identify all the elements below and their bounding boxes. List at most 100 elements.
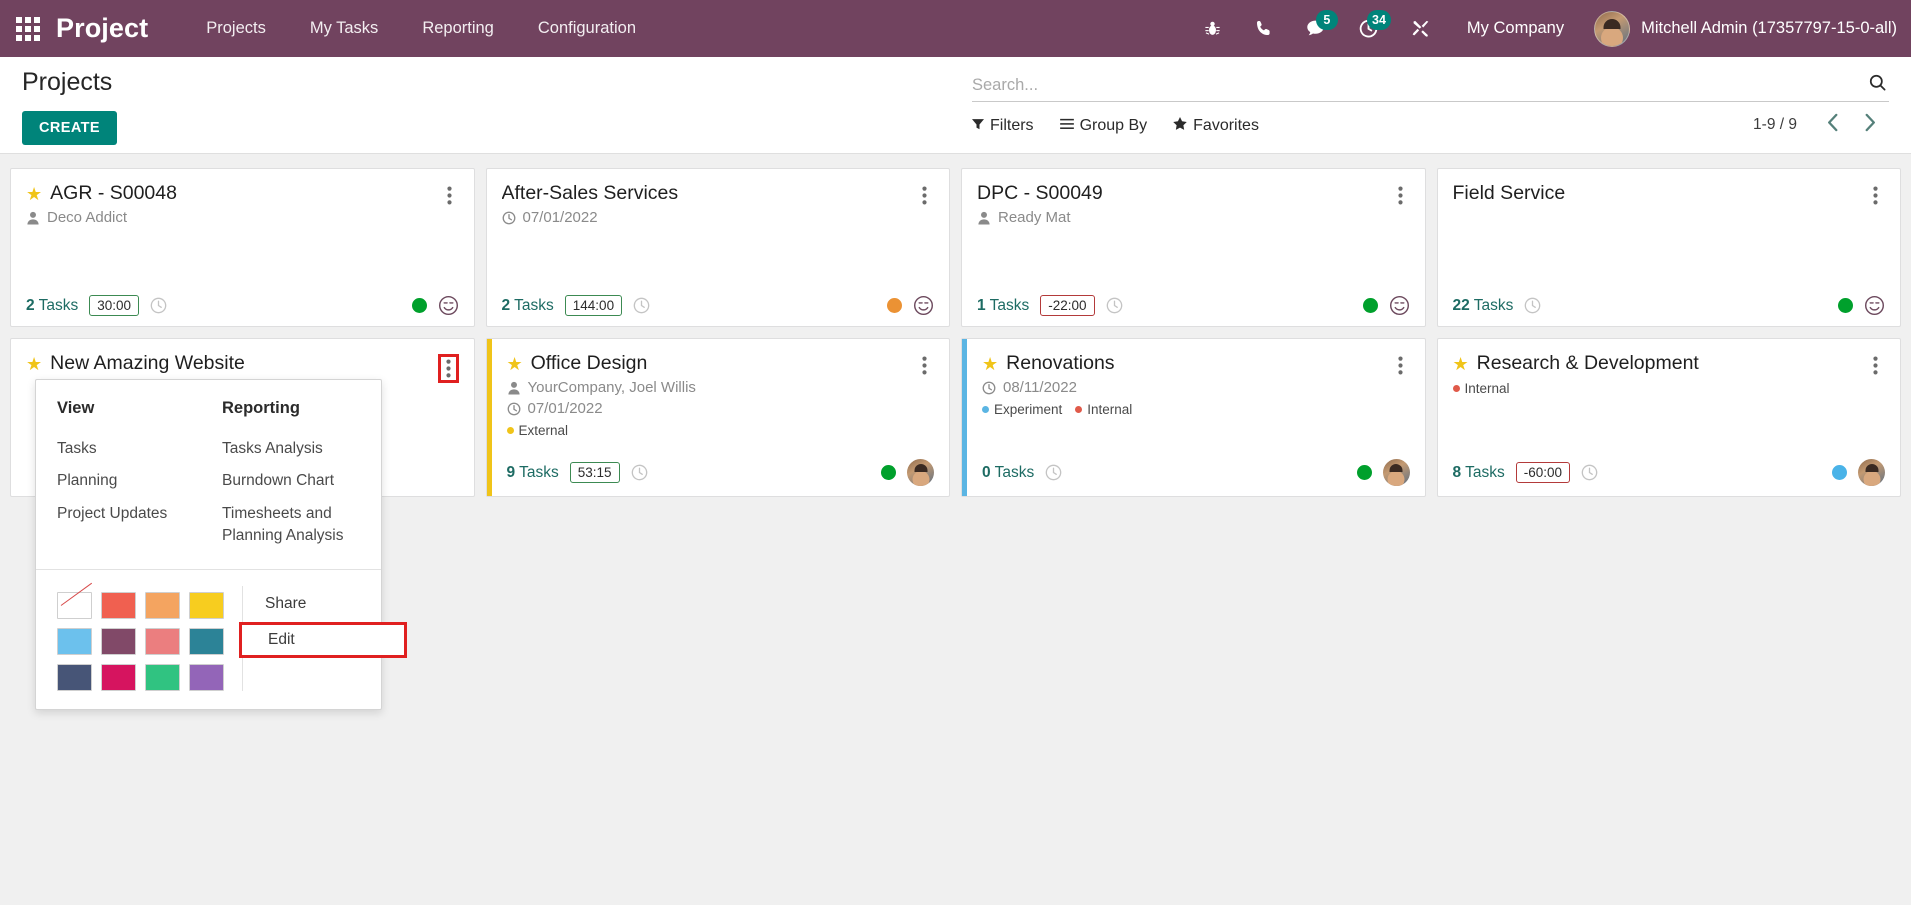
- card-hours-badge[interactable]: -22:00: [1040, 295, 1095, 316]
- dropdown-action-edit[interactable]: Edit: [239, 621, 407, 658]
- timer-clock-icon[interactable]: [1524, 297, 1541, 314]
- favorite-star-icon[interactable]: ★: [507, 355, 523, 373]
- card-task-count[interactable]: 1 Tasks: [977, 297, 1029, 315]
- card-status-dot[interactable]: [887, 298, 902, 313]
- dropdown-view-link-tasks[interactable]: Tasks: [57, 433, 208, 465]
- satisfaction-smiley-icon[interactable]: [1389, 295, 1410, 316]
- card-tag[interactable]: External: [506, 423, 568, 438]
- color-swatch-salmon-pink[interactable]: [145, 627, 180, 655]
- card-task-count[interactable]: 2 Tasks: [26, 297, 78, 315]
- color-swatch-light-blue[interactable]: [57, 627, 92, 655]
- activities-clock-icon[interactable]: 34: [1342, 0, 1395, 57]
- card-task-count[interactable]: 8 Tasks: [1453, 464, 1505, 482]
- timer-clock-icon[interactable]: [1106, 297, 1123, 314]
- card-hours-badge[interactable]: -60:00: [1515, 462, 1571, 483]
- color-swatch-yellow[interactable]: [189, 591, 224, 619]
- card-title[interactable]: Research & Development: [1477, 352, 1699, 375]
- group-by-button[interactable]: Group By: [1059, 117, 1147, 135]
- color-swatch-no-color[interactable]: [57, 591, 92, 619]
- timer-clock-icon[interactable]: [1581, 464, 1598, 481]
- messages-icon[interactable]: 5: [1289, 0, 1342, 57]
- card-kebab-menu-button[interactable]: [1866, 184, 1885, 207]
- card-hours-badge[interactable]: 144:00: [564, 295, 623, 316]
- card-status-dot[interactable]: [1362, 298, 1378, 313]
- dropdown-action-share[interactable]: Share: [265, 588, 381, 620]
- satisfaction-smiley-icon[interactable]: [913, 295, 934, 316]
- card-kebab-menu-button[interactable]: [1866, 354, 1885, 377]
- card-task-count[interactable]: 9 Tasks: [507, 464, 559, 482]
- card-hours-badge[interactable]: 53:15: [569, 462, 620, 483]
- card-tag[interactable]: Internal: [1075, 402, 1132, 417]
- satisfaction-smiley-icon[interactable]: [1864, 295, 1885, 316]
- card-tag[interactable]: Experiment: [982, 402, 1062, 417]
- kanban-card[interactable]: ★ Office Design YourCompany, Joel Willis…: [485, 338, 950, 497]
- card-task-count[interactable]: 2 Tasks: [502, 297, 554, 315]
- timer-clock-icon[interactable]: [1045, 464, 1062, 481]
- color-swatch-dark-blue[interactable]: [57, 663, 92, 691]
- color-swatch-dark-purple[interactable]: [101, 627, 136, 655]
- search-input[interactable]: [972, 76, 1858, 95]
- card-title[interactable]: Field Service: [1453, 182, 1566, 205]
- card-kebab-menu-button[interactable]: [440, 184, 459, 207]
- favorites-button[interactable]: Favorites: [1173, 117, 1259, 135]
- card-status-dot[interactable]: [1356, 465, 1372, 480]
- card-status-dot[interactable]: [881, 465, 896, 480]
- card-task-count[interactable]: 0 Tasks: [982, 464, 1034, 482]
- card-hours-badge[interactable]: 30:00: [89, 295, 140, 316]
- timer-clock-icon[interactable]: [631, 464, 648, 481]
- favorite-star-icon[interactable]: ★: [26, 185, 42, 203]
- dropdown-reporting-link-timesheets-and-planning-[interactable]: Timesheets and Planning Analysis: [222, 498, 373, 553]
- color-swatch-fuchsia[interactable]: [101, 663, 136, 691]
- color-swatch-red[interactable]: [101, 591, 136, 619]
- kanban-card[interactable]: ★ Research & Development Internal 8 Task…: [1436, 338, 1901, 497]
- card-title[interactable]: New Amazing Website: [50, 352, 245, 375]
- dropdown-reporting-link-burndown-chart[interactable]: Burndown Chart: [222, 465, 373, 497]
- color-swatch-orange[interactable]: [145, 591, 180, 619]
- nav-item-configuration[interactable]: Configuration: [516, 0, 658, 57]
- nav-item-reporting[interactable]: Reporting: [400, 0, 516, 57]
- kanban-card[interactable]: After-Sales Services 07/01/2022 2 Tasks 1…: [485, 168, 950, 327]
- pager-previous-button[interactable]: [1816, 111, 1849, 138]
- card-kebab-menu-button[interactable]: [1391, 184, 1410, 207]
- card-task-count[interactable]: 22 Tasks: [1453, 297, 1514, 315]
- nav-item-my-tasks[interactable]: My Tasks: [288, 0, 400, 57]
- nav-item-projects[interactable]: Projects: [184, 0, 288, 57]
- card-kebab-menu-button[interactable]: [437, 354, 459, 383]
- dropdown-reporting-link-tasks-analysis[interactable]: Tasks Analysis: [222, 433, 373, 465]
- create-button[interactable]: CREATE: [22, 110, 117, 145]
- card-tag[interactable]: Internal: [1452, 381, 1510, 396]
- tools-icon[interactable]: [1395, 0, 1447, 57]
- timer-clock-icon[interactable]: [150, 297, 167, 314]
- bug-icon[interactable]: [1187, 0, 1238, 57]
- kanban-card[interactable]: ★ New Amazing Website View Tasks Planning…: [10, 338, 475, 710]
- card-kebab-menu-button[interactable]: [915, 184, 934, 207]
- card-status-dot[interactable]: [411, 298, 427, 313]
- phone-icon[interactable]: [1238, 0, 1289, 57]
- company-switcher[interactable]: My Company: [1447, 0, 1584, 57]
- card-title[interactable]: AGR - S00048: [50, 182, 177, 205]
- card-title[interactable]: Office Design: [531, 352, 648, 375]
- favorite-star-icon[interactable]: ★: [26, 355, 42, 373]
- favorite-star-icon[interactable]: ★: [982, 355, 998, 373]
- filters-button[interactable]: Filters: [972, 117, 1034, 135]
- user-menu[interactable]: Mitchell Admin (17357797-15-0-all): [1584, 10, 1897, 47]
- search-icon[interactable]: [1858, 73, 1889, 95]
- kanban-card[interactable]: ★ Renovations 08/11/2022 Experiment Intern…: [961, 338, 1426, 497]
- pager-next-button[interactable]: [1854, 111, 1887, 138]
- favorite-star-icon[interactable]: ★: [1453, 355, 1469, 373]
- card-kebab-menu-button[interactable]: [1391, 354, 1410, 377]
- color-swatch-purple[interactable]: [189, 663, 224, 691]
- assignee-avatar[interactable]: [1382, 459, 1410, 486]
- assignee-avatar[interactable]: [1858, 459, 1885, 486]
- card-title[interactable]: Renovations: [1006, 352, 1114, 375]
- satisfaction-smiley-icon[interactable]: [438, 295, 459, 316]
- assignee-avatar[interactable]: [907, 459, 934, 486]
- card-status-dot[interactable]: [1838, 298, 1853, 313]
- color-swatch-green[interactable]: [145, 663, 180, 691]
- dropdown-view-link-planning[interactable]: Planning: [57, 465, 208, 497]
- card-status-dot[interactable]: [1832, 465, 1847, 480]
- kanban-card[interactable]: Field Service 22 Tasks: [1436, 168, 1901, 327]
- card-title[interactable]: DPC - S00049: [977, 182, 1103, 205]
- kanban-card[interactable]: DPC - S00049 Ready Mat 1 Tasks -22:00: [961, 168, 1426, 327]
- card-kebab-menu-button[interactable]: [915, 354, 934, 377]
